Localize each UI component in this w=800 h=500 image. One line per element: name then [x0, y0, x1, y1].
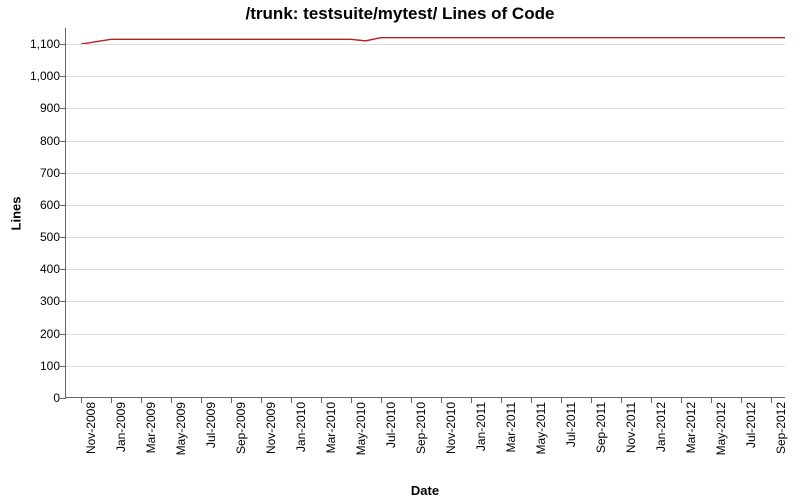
x-tick-label: Sep-2012	[774, 402, 788, 454]
x-tick	[321, 397, 322, 403]
x-tick	[561, 397, 562, 403]
x-tick-label: Sep-2009	[234, 402, 248, 454]
x-tick	[231, 397, 232, 403]
x-tick	[201, 397, 202, 403]
x-tick-label: Nov-2008	[84, 402, 98, 454]
y-tick	[60, 334, 66, 335]
x-tick-label: Jan-2012	[654, 402, 668, 452]
x-tick	[651, 397, 652, 403]
grid-line	[66, 205, 785, 206]
x-tick	[441, 397, 442, 403]
y-tick	[60, 301, 66, 302]
grid-line	[66, 44, 785, 45]
y-tick	[60, 237, 66, 238]
x-tick-label: Sep-2010	[414, 402, 428, 454]
x-tick-label: Jul-2011	[564, 402, 578, 447]
y-tick-label: 900	[10, 101, 60, 115]
x-tick-label: Nov-2010	[444, 402, 458, 454]
x-tick	[711, 397, 712, 403]
y-tick-label: 400	[10, 262, 60, 276]
x-axis-label: Date	[65, 483, 785, 498]
grid-line	[66, 269, 785, 270]
y-tick-label: 500	[10, 230, 60, 244]
y-tick-label: 800	[10, 134, 60, 148]
x-tick	[111, 397, 112, 403]
x-tick	[381, 397, 382, 403]
x-tick	[531, 397, 532, 403]
y-tick	[60, 398, 66, 399]
x-tick-label: Jul-2009	[204, 402, 218, 448]
x-tick	[771, 397, 772, 403]
y-tick	[60, 173, 66, 174]
x-tick-label: Nov-2011	[624, 402, 638, 453]
x-tick-label: Jul-2012	[744, 402, 758, 448]
chart-title: /trunk: testsuite/mytest/ Lines of Code	[0, 4, 800, 24]
y-tick-label: 100	[10, 359, 60, 373]
y-tick-label: 200	[10, 327, 60, 341]
grid-line	[66, 366, 785, 367]
chart-container: /trunk: testsuite/mytest/ Lines of Code …	[0, 0, 800, 500]
x-tick-label: Jan-2010	[294, 402, 308, 452]
y-tick-label: 600	[10, 198, 60, 212]
y-tick-label: 300	[10, 294, 60, 308]
x-tick	[171, 397, 172, 403]
x-tick	[141, 397, 142, 403]
plot-area	[65, 28, 785, 398]
y-tick	[60, 366, 66, 367]
x-tick-label: May-2011	[534, 402, 548, 454]
y-tick	[60, 205, 66, 206]
x-tick-label: May-2010	[354, 402, 368, 455]
y-tick-label: 1,000	[10, 69, 60, 83]
y-tick-label: 700	[10, 166, 60, 180]
grid-line	[66, 301, 785, 302]
y-tick	[60, 141, 66, 142]
y-axis-label: Lines	[8, 28, 24, 398]
y-tick-label: 0	[10, 391, 60, 405]
x-tick	[621, 397, 622, 403]
x-tick	[501, 397, 502, 403]
x-tick-label: Mar-2012	[684, 402, 698, 453]
x-tick-label: Jan-2009	[114, 402, 128, 452]
x-tick-label: Sep-2011	[594, 402, 608, 453]
y-tick	[60, 108, 66, 109]
grid-line	[66, 141, 785, 142]
x-tick-label: Mar-2009	[144, 402, 158, 453]
grid-line	[66, 334, 785, 335]
grid-line	[66, 108, 785, 109]
x-tick-label: Nov-2009	[264, 402, 278, 454]
x-tick-label: Mar-2010	[324, 402, 338, 453]
x-tick	[261, 397, 262, 403]
x-tick	[351, 397, 352, 403]
x-tick	[681, 397, 682, 403]
x-tick-label: Jan-2011	[474, 402, 488, 451]
grid-line	[66, 237, 785, 238]
x-tick-label: May-2009	[174, 402, 188, 455]
x-tick	[291, 397, 292, 403]
data-line	[66, 28, 785, 397]
x-tick-label: May-2012	[714, 402, 728, 455]
x-tick	[741, 397, 742, 403]
x-tick	[591, 397, 592, 403]
y-tick	[60, 76, 66, 77]
x-tick-label: Jul-2010	[384, 402, 398, 448]
y-tick-label: 1,100	[10, 37, 60, 51]
y-tick	[60, 269, 66, 270]
x-tick-label: Mar-2011	[504, 402, 518, 452]
x-tick	[471, 397, 472, 403]
grid-line	[66, 76, 785, 77]
x-tick	[81, 397, 82, 403]
y-tick	[60, 44, 66, 45]
grid-line	[66, 173, 785, 174]
x-tick	[411, 397, 412, 403]
